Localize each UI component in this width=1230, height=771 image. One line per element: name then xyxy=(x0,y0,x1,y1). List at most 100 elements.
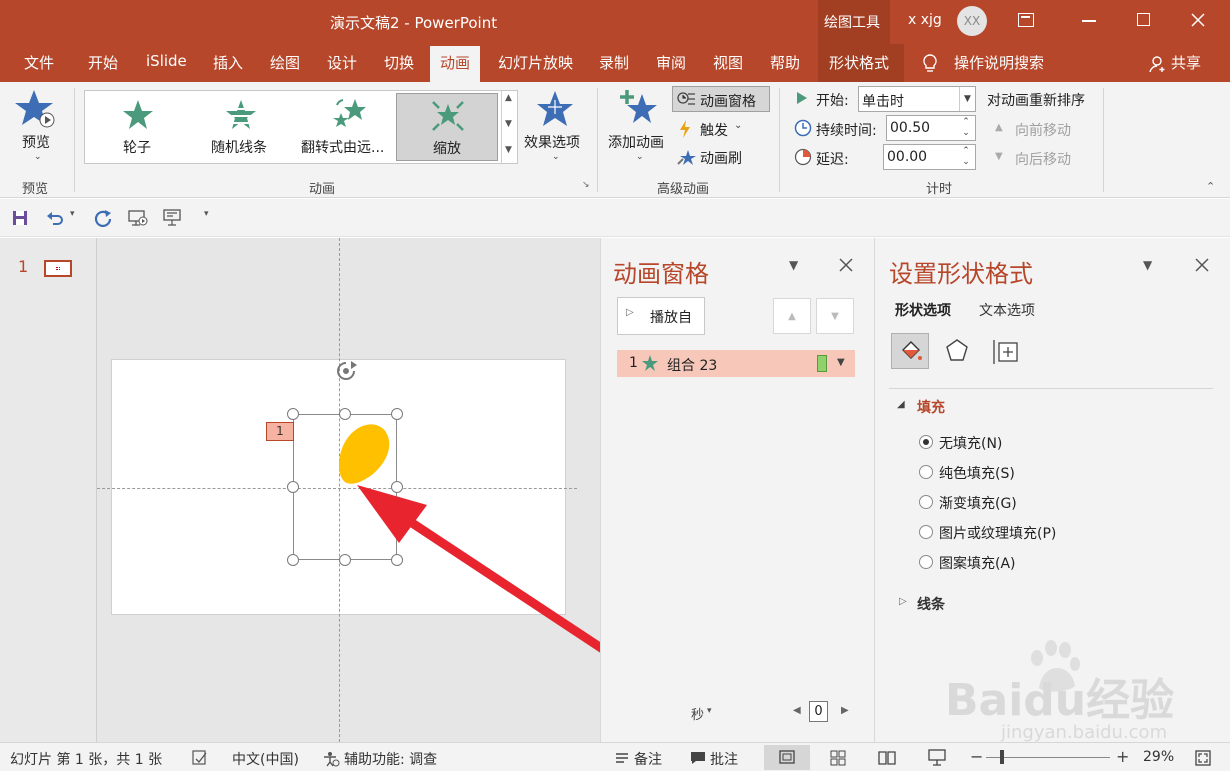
radio-pattern-fill[interactable] xyxy=(919,555,933,569)
timing-bar[interactable] xyxy=(817,355,827,372)
fill-line-tab[interactable] xyxy=(891,333,929,369)
animation-pane-button[interactable]: 动画窗格 xyxy=(672,86,770,112)
preview-button[interactable]: 预览 ⌄ xyxy=(14,88,60,168)
comments-button[interactable]: 批注 xyxy=(710,749,738,769)
fill-option-label[interactable]: 纯色填充(S) xyxy=(939,463,1015,483)
chevron-down-icon[interactable]: ▾ xyxy=(707,706,712,716)
tab-help[interactable]: 帮助 xyxy=(770,52,800,73)
redo-icon[interactable] xyxy=(94,209,112,227)
gallery-item-wheel[interactable]: 轮子 xyxy=(91,93,183,161)
zoom-in-icon[interactable]: + xyxy=(1116,747,1129,766)
trigger-button[interactable]: 触发 ⌄ xyxy=(676,118,756,140)
maximize-icon[interactable] xyxy=(1137,13,1150,26)
yellow-egg-shape[interactable] xyxy=(337,422,397,492)
undo-icon[interactable] xyxy=(46,210,64,226)
line-section-header[interactable]: 线条 xyxy=(917,594,945,614)
present-icon[interactable] xyxy=(163,209,183,227)
timeline-unit[interactable]: 秒 xyxy=(691,704,704,723)
move-up-button[interactable]: ▲ xyxy=(773,298,811,334)
ribbon-display-options-icon[interactable] xyxy=(1018,13,1034,27)
gallery-scroll[interactable]: ▲ ▼ ▼ xyxy=(501,91,517,163)
tab-animations[interactable]: 动画 xyxy=(430,46,481,82)
slide-thumbnail[interactable] xyxy=(44,260,72,277)
tell-me-search[interactable]: 操作说明搜索 xyxy=(954,52,1044,73)
language-indicator[interactable]: 中文(中国) xyxy=(232,749,299,769)
pane-options-icon[interactable]: ▼ xyxy=(1143,258,1152,272)
resize-handle[interactable] xyxy=(287,408,299,420)
gallery-item-zoom-selected[interactable]: 缩放 xyxy=(396,93,498,161)
fill-option-label[interactable]: 无填充(N) xyxy=(939,433,1002,453)
close-pane-icon[interactable] xyxy=(1195,258,1209,272)
tab-shape-options[interactable]: 形状选项 xyxy=(895,300,951,320)
zoom-slider-thumb[interactable] xyxy=(1000,750,1004,764)
timeline-left-icon[interactable]: ◀ xyxy=(793,705,801,716)
spin-down-icon[interactable]: ⌄ xyxy=(957,156,975,169)
dialog-launcher-icon[interactable]: ↘ xyxy=(582,180,590,190)
timeline-right-icon[interactable]: ▶ xyxy=(841,705,849,716)
collapse-ribbon-icon[interactable]: ⌃ xyxy=(1206,180,1215,193)
reading-view-icon[interactable] xyxy=(878,750,896,766)
normal-view-button[interactable] xyxy=(764,745,810,770)
resize-handle[interactable] xyxy=(287,554,299,566)
resize-handle[interactable] xyxy=(339,408,351,420)
play-from-button[interactable]: ▷ 播放自 xyxy=(617,297,705,335)
gallery-more-icon[interactable]: ▼ xyxy=(505,145,512,155)
animation-order-tag[interactable]: 1 xyxy=(266,422,294,441)
zoom-out-icon[interactable]: − xyxy=(970,747,983,766)
spelling-icon[interactable] xyxy=(192,750,210,766)
undo-dropdown-icon[interactable]: ▾ xyxy=(70,209,75,219)
tab-home[interactable]: 开始 xyxy=(88,52,118,73)
item-dropdown-icon[interactable]: ▼ xyxy=(837,357,845,368)
expanded-chevron-icon[interactable]: ◢ xyxy=(897,399,905,410)
fit-to-window-icon[interactable] xyxy=(1194,749,1212,767)
chevron-down-icon[interactable]: ▼ xyxy=(959,87,975,111)
pane-options-icon[interactable]: ▼ xyxy=(789,258,798,272)
radio-gradient-fill[interactable] xyxy=(919,495,933,509)
save-icon[interactable] xyxy=(12,210,28,226)
slideshow-view-icon[interactable] xyxy=(928,749,946,767)
rotate-handle-icon[interactable] xyxy=(331,359,365,385)
tab-record[interactable]: 录制 xyxy=(599,52,629,73)
radio-no-fill[interactable] xyxy=(919,435,933,449)
notes-button[interactable]: 备注 xyxy=(634,749,662,769)
radio-picture-fill[interactable] xyxy=(919,525,933,539)
gallery-item-flip-grow[interactable]: 翻转式由远... xyxy=(297,93,397,161)
effect-options-button[interactable]: 效果选项 ⌄ xyxy=(524,88,588,168)
tab-review[interactable]: 审阅 xyxy=(656,52,686,73)
collapsed-chevron-icon[interactable]: ▷ xyxy=(899,596,907,607)
resize-handle[interactable] xyxy=(287,481,299,493)
zoom-level[interactable]: 29% xyxy=(1143,749,1174,765)
share-button[interactable]: 共享 xyxy=(1171,52,1201,73)
tab-design[interactable]: 设计 xyxy=(327,52,357,73)
tab-view[interactable]: 视图 xyxy=(713,52,743,73)
tab-shape-format[interactable]: 形状格式 xyxy=(829,52,889,73)
close-window-icon[interactable] xyxy=(1190,12,1206,28)
move-down-button[interactable]: ▼ xyxy=(816,298,854,334)
slideshow-from-start-icon[interactable] xyxy=(128,209,148,227)
gallery-item-random-bars[interactable]: 随机线条 xyxy=(195,93,287,161)
accessibility-status[interactable]: 辅助功能: 调查 xyxy=(344,749,437,769)
fill-option-label[interactable]: 图案填充(A) xyxy=(939,553,1016,573)
tab-text-options[interactable]: 文本选项 xyxy=(979,300,1035,320)
move-later-button[interactable]: 向后移动 xyxy=(1015,149,1071,169)
close-pane-icon[interactable] xyxy=(839,258,853,272)
start-select[interactable]: 单击时 ▼ xyxy=(858,86,976,112)
duration-input[interactable]: 00.50 ⌃ ⌄ xyxy=(886,115,976,141)
resize-handle[interactable] xyxy=(391,408,403,420)
tab-islide[interactable]: iSlide xyxy=(146,52,187,70)
move-earlier-button[interactable]: 向前移动 xyxy=(1015,120,1071,140)
customize-qat-icon[interactable]: ▾ xyxy=(204,209,209,219)
delay-input[interactable]: 00.00 ⌃ ⌄ xyxy=(883,144,976,170)
gallery-up-icon[interactable]: ▲ xyxy=(505,93,512,103)
fill-option-label[interactable]: 图片或纹理填充(P) xyxy=(939,523,1056,543)
tab-transitions[interactable]: 切换 xyxy=(384,52,414,73)
user-name[interactable]: x xjg xyxy=(908,12,942,28)
fill-option-label[interactable]: 渐变填充(G) xyxy=(939,493,1017,513)
tab-insert[interactable]: 插入 xyxy=(213,52,243,73)
animation-list-item[interactable]: 1 组合 23 ▼ xyxy=(617,350,855,377)
tab-file[interactable]: 文件 xyxy=(24,52,54,73)
avatar[interactable]: XX xyxy=(957,6,987,36)
slide-sorter-icon[interactable] xyxy=(830,750,846,766)
fill-section-header[interactable]: 填充 xyxy=(917,397,945,417)
effects-pentagon-icon[interactable] xyxy=(945,338,969,364)
